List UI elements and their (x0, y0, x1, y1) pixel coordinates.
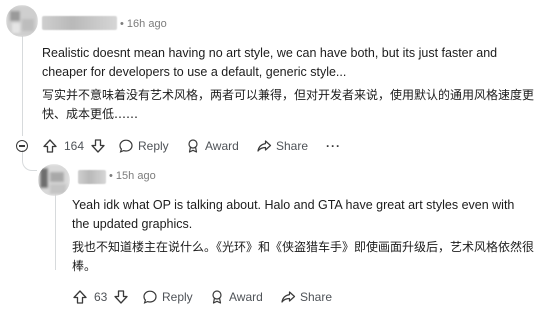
comment-text-zh: 写实并不意味着没有艺术风格，两者可以兼得，但对开发者来说，使用默认的通用风格速度… (42, 88, 535, 121)
award-button[interactable]: Award (185, 137, 239, 155)
thread-line (22, 36, 23, 136)
comment-text-zh: 我也不知道楼主在说什么。《光环》和《侠盗猎车手》即使画面升级后，艺术风格依然很棒… (72, 240, 535, 273)
reply-bubble-icon (118, 138, 134, 154)
reply-label: Reply (162, 290, 193, 304)
vote-controls: 63 (72, 288, 129, 306)
award-icon (185, 138, 201, 154)
upvote-icon[interactable] (72, 289, 88, 305)
comment-meta: • 15h ago (109, 170, 156, 182)
thread-line (55, 192, 56, 270)
share-label: Share (300, 290, 333, 304)
avatar[interactable] (38, 164, 70, 196)
reply-bubble-icon (142, 289, 158, 305)
reply-button[interactable]: Reply (118, 137, 169, 155)
comment-text-en: Yeah idk what OP is talking about. Halo … (72, 198, 515, 231)
share-icon (256, 138, 272, 154)
timestamp: 16h ago (126, 18, 167, 30)
timestamp: 15h ago (115, 170, 156, 182)
award-button[interactable]: Award (209, 288, 263, 306)
award-icon (209, 289, 225, 305)
vote-controls: 164 (42, 137, 106, 155)
avatar[interactable] (6, 5, 38, 37)
username-redacted[interactable] (42, 16, 117, 30)
collapse-thread-icon[interactable] (16, 140, 28, 152)
upvote-icon[interactable] (42, 138, 58, 154)
share-button[interactable]: Share (280, 288, 332, 306)
share-button[interactable]: Share (256, 137, 308, 155)
share-label: Share (276, 139, 309, 153)
username-redacted[interactable] (78, 170, 106, 184)
thread-connector (22, 150, 37, 171)
share-icon (280, 289, 296, 305)
downvote-icon[interactable] (90, 138, 106, 154)
comment-text-en: Realistic doesnt mean having no art styl… (42, 46, 498, 79)
vote-count: 63 (94, 290, 108, 304)
downvote-icon[interactable] (113, 289, 129, 305)
award-label: Award (205, 139, 239, 153)
award-label: Award (229, 290, 263, 304)
more-options-icon[interactable]: ··· (326, 137, 341, 155)
reply-label: Reply (138, 139, 169, 153)
reply-button[interactable]: Reply (142, 288, 193, 306)
vote-count: 164 (64, 139, 85, 153)
more-label: ··· (326, 139, 341, 153)
comment-meta: • 16h ago (120, 18, 167, 30)
